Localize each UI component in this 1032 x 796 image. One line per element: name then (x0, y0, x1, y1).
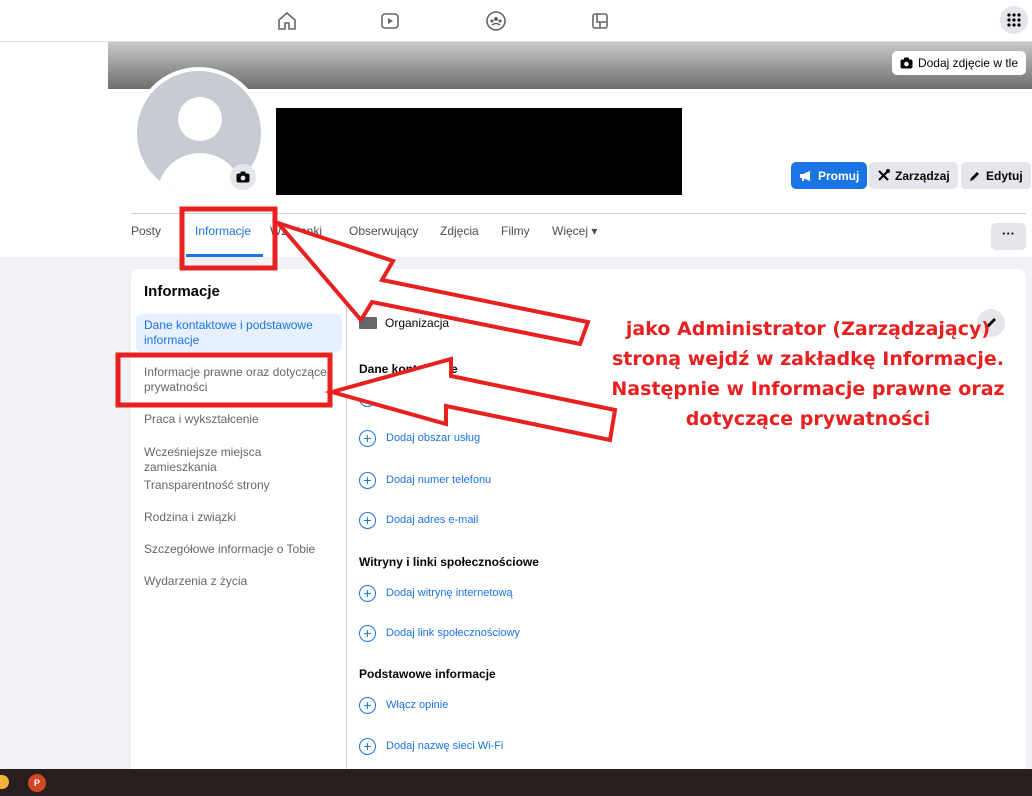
plus-icon: + (359, 737, 376, 755)
sidebar-item-contact[interactable]: Dane kontaktowe i podstawowe informacje (136, 314, 342, 352)
tab-about[interactable]: Informacje (195, 224, 251, 238)
sidebar-item-legal-privacy[interactable]: Informacje prawne oraz dotyczące prywatn… (136, 361, 342, 399)
menu-grid-icon[interactable] (1000, 6, 1028, 34)
annotation-line-2: stroną wejdź w zakładkę Informacje. (611, 348, 1005, 370)
plus-icon: + (359, 511, 376, 529)
category-title: Kategoria (359, 285, 415, 299)
add-website-label: Dodaj witrynę internetową (386, 587, 513, 599)
links-section-title: Witryny i linki społecznościowe (359, 555, 539, 569)
more-options-button[interactable]: ··· (991, 223, 1026, 250)
add-email-row[interactable]: + Dodaj adres e-mail (359, 510, 478, 530)
promote-label: Promuj (818, 168, 860, 183)
redacted-page-name (276, 108, 682, 195)
about-sidebar: Informacje Dane kontaktowe i podstawowe … (131, 269, 347, 769)
avatar-head (178, 97, 222, 141)
watch-icon[interactable] (378, 9, 402, 33)
powerpoint-icon[interactable]: P (28, 774, 46, 792)
enable-reviews-row[interactable]: + Włącz opinie (359, 695, 448, 715)
add-wifi-label: Dodaj nazwę sieci Wi-Fi (386, 740, 504, 752)
megaphone-icon (800, 170, 810, 181)
add-address-label: Dodaj adres (386, 392, 446, 404)
tab-mentions[interactable]: Wzmianki (270, 224, 322, 238)
add-website-row[interactable]: + Dodaj witrynę internetową (359, 583, 513, 603)
groups-icon[interactable] (484, 9, 508, 33)
category-row: Organizacja (359, 316, 449, 330)
plus-icon: + (359, 389, 376, 407)
taskbar-app-icon[interactable] (0, 775, 9, 789)
top-navigation-bar (0, 0, 1032, 42)
add-wifi-row[interactable]: + Dodaj nazwę sieci Wi-Fi (359, 736, 503, 756)
add-email-label: Dodaj adres e-mail (386, 514, 479, 526)
camera-icon (900, 57, 913, 69)
add-phone-row[interactable]: + Dodaj numer telefonu (359, 470, 491, 490)
add-service-area-label: Dodaj obszar usług (386, 432, 481, 444)
plus-icon: + (359, 696, 376, 714)
tab-posts[interactable]: Posty (131, 224, 161, 238)
add-social-link-label: Dodaj link społecznościowy (386, 627, 520, 639)
active-tab-indicator (186, 254, 263, 257)
annotation-line-1: jako Administrator (Zarządzający) (625, 318, 991, 340)
annotation-text: jako Administrator (Zarządzający) stroną… (593, 314, 1023, 434)
avatar-camera-icon[interactable] (230, 164, 256, 190)
plus-icon: + (359, 584, 376, 602)
add-social-link-row[interactable]: + Dodaj link społecznościowy (359, 623, 520, 643)
sidebar-item-life-events[interactable]: Wydarzenia z życia (136, 570, 342, 593)
tab-more[interactable]: Więcej ▾ (552, 224, 597, 238)
profile-header: Dodaj zdjęcie w tle Promuj Zarządzaj Edy… (0, 42, 1032, 257)
category-value: Organizacja (385, 316, 450, 330)
tab-followers[interactable]: Obserwujący (349, 224, 418, 238)
edit-button[interactable]: Edytuj (961, 162, 1031, 189)
contact-section-title: Dane kontaktowe (359, 362, 458, 376)
basic-info-section-title: Podstawowe informacje (359, 667, 496, 681)
edit-label: Edytuj (986, 168, 1023, 183)
tab-photos[interactable]: Zdjęcia (440, 224, 479, 238)
add-service-area-row[interactable]: + Dodaj obszar usług (359, 428, 480, 448)
tools-icon (878, 169, 890, 181)
add-cover-photo-button[interactable]: Dodaj zdjęcie w tle (891, 51, 1026, 75)
gaming-icon[interactable] (588, 9, 612, 33)
header-divider (131, 213, 1026, 214)
add-address-row[interactable]: + Dodaj adres (359, 388, 445, 408)
cover-photo: Dodaj zdjęcie w tle (108, 42, 1032, 89)
add-cover-photo-label: Dodaj zdjęcie w tle (917, 56, 1018, 70)
sidebar-item-transparency[interactable]: Transparentność strony (136, 474, 342, 497)
os-taskbar: P (0, 769, 1032, 796)
promote-button[interactable]: Promuj (791, 162, 868, 189)
plus-icon: + (359, 429, 376, 447)
manage-button[interactable]: Zarządzaj (869, 162, 958, 189)
home-icon[interactable] (275, 9, 299, 33)
manage-label: Zarządzaj (895, 168, 950, 183)
tab-videos[interactable]: Filmy (501, 224, 530, 238)
sidebar-title: Informacje (144, 283, 220, 300)
enable-reviews-label: Włącz opinie (386, 699, 449, 711)
annotation-line-3: Następnie w Informacje prawne oraz (611, 378, 1005, 400)
annotation-line-4: dotyczące prywatności (685, 408, 931, 430)
category-icon (359, 317, 377, 329)
pencil-icon (970, 171, 979, 181)
sidebar-item-family[interactable]: Rodzina i związki (136, 506, 342, 529)
sidebar-item-work-education[interactable]: Praca i wykształcenie (136, 408, 342, 431)
add-phone-label: Dodaj numer telefonu (386, 474, 492, 486)
plus-icon: + (359, 624, 376, 642)
plus-icon: + (359, 471, 376, 489)
sidebar-item-details[interactable]: Szczegółowe informacje o Tobie (136, 538, 342, 561)
